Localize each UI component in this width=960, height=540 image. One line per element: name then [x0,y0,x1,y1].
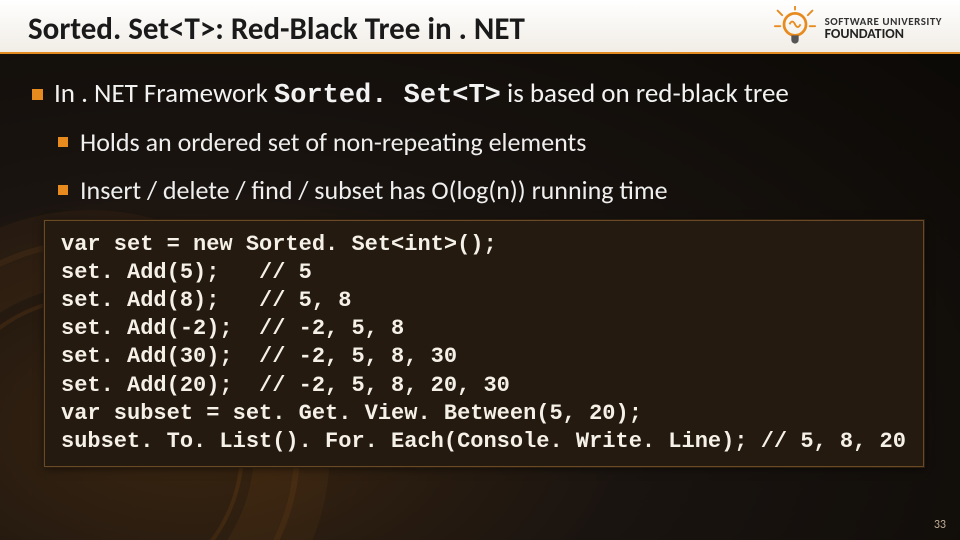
code-block: var set = new Sorted. Set<int>(); set. A… [44,220,924,467]
bullet-main: In . NET Framework Sorted. Set<T> is bas… [28,76,932,210]
page-number: 33 [934,518,946,532]
sub-bullet-list: Holds an ordered set of non-repeating el… [54,124,932,209]
bullet-main-code: Sorted. Set<T> [274,81,501,111]
slide: Sorted. Set<T>: Red-Black Tree in . NET … [0,0,960,540]
logo-line2: FOUNDATION [825,27,942,41]
sub-bullet-2: Insert / delete / find / subset has O(lo… [54,172,932,210]
bullet-main-pre: In . NET Framework [54,77,274,110]
sub-bullet-1: Holds an ordered set of non-repeating el… [54,124,932,162]
lightbulb-icon [773,6,817,50]
bullet-main-post: is based on red-black tree [501,77,789,110]
bullet-list: In . NET Framework Sorted. Set<T> is bas… [28,76,932,210]
logo: SOFTWARE UNIVERSITY FOUNDATION [773,6,942,50]
